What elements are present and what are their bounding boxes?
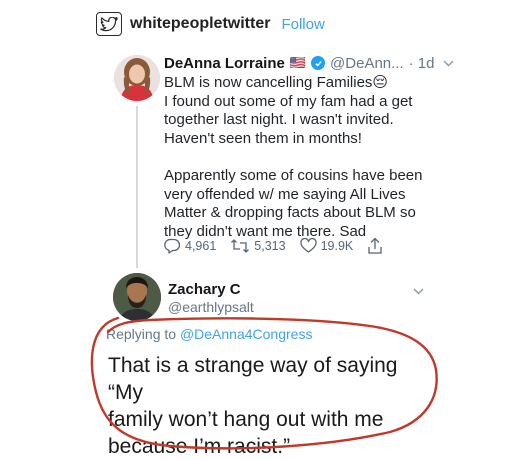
tweet-time[interactable]: · 1d (409, 55, 435, 72)
reply-button[interactable]: 4,961 (164, 238, 216, 254)
tweet-body: BLM is now cancelling Families😔 I found … (164, 74, 434, 241)
like-button[interactable]: 19.9K (299, 238, 354, 254)
avatar[interactable] (114, 55, 160, 101)
retweet-count: 5,313 (254, 239, 286, 253)
tweet-actions: 4,961 5,313 19.9K (164, 236, 397, 256)
reply-author-name[interactable]: Zachary C (168, 281, 241, 298)
tweet-line: I found out some of my fam had a get (164, 92, 413, 110)
reply-line: That is a strange way of saying “My (108, 354, 398, 404)
flag-emoji: 🇺🇸 (289, 55, 307, 70)
follow-button[interactable]: Follow (281, 16, 324, 33)
replying-to-mention[interactable]: @DeAnna4Congress (180, 326, 313, 342)
share-button[interactable] (367, 237, 383, 255)
avatar[interactable] (113, 273, 161, 321)
chevron-down-icon[interactable] (443, 56, 454, 70)
reply-body: That is a strange way of saying “My fami… (108, 352, 428, 460)
account-name[interactable]: whitepeopletwitter (130, 15, 270, 33)
thread-line (136, 106, 138, 268)
replying-to-label: Replying to (106, 326, 180, 342)
reply-line: because I’m racist.” (108, 435, 291, 458)
tweet-line: Matter & dropping facts about BLM so (164, 204, 416, 222)
twitter-bird-icon (96, 12, 122, 36)
chevron-down-icon[interactable] (413, 284, 424, 298)
tweet-line: Haven't seen them in months! (164, 129, 362, 147)
replying-to-line: Replying to @DeAnna4Congress (106, 326, 312, 342)
reply-icon (164, 238, 181, 254)
tweet-author-row: DeAnna Lorraine 🇺🇸 @DeAnn... · 1d (164, 53, 454, 73)
author-handle[interactable]: @DeAnn... (330, 55, 404, 72)
reply-count: 4,961 (185, 239, 217, 253)
retweet-button[interactable]: 5,313 (230, 238, 286, 254)
tweet-line: very offended w/ me saying All Lives (164, 185, 406, 203)
retweet-icon (230, 238, 250, 254)
reply-line: family won’t hang out with me (108, 408, 384, 431)
post-header: whitepeopletwitter Follow (96, 10, 325, 38)
tweet-line: Apparently some of cousins have been (164, 166, 423, 184)
author-name[interactable]: DeAnna Lorraine (164, 55, 285, 72)
verified-icon (311, 56, 326, 70)
heart-icon (299, 238, 317, 254)
like-count: 19.9K (320, 239, 354, 253)
tweet-line: BLM is now cancelling Families😔 (164, 74, 389, 91)
reply-author-handle[interactable]: @earthlypsalt (168, 299, 254, 315)
tweet-line: together last night. I wasn't invited. (164, 111, 394, 129)
share-icon (367, 237, 383, 255)
